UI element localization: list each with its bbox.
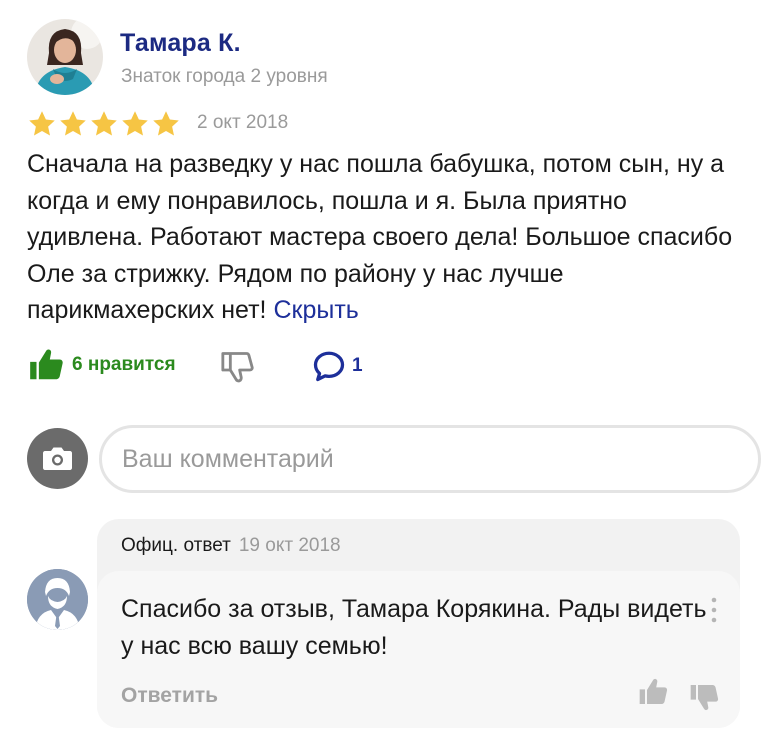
official-reply-label: Офиц. ответ — [121, 535, 231, 556]
speech-bubble-icon — [311, 348, 347, 384]
thumbs-up-icon — [27, 346, 65, 384]
star-icon — [27, 109, 57, 139]
thumbs-down-icon — [688, 680, 720, 714]
like-button[interactable]: 6 нравится — [27, 346, 176, 384]
reply-button[interactable]: Ответить — [121, 684, 218, 708]
star-icon — [89, 109, 119, 139]
comments-button[interactable]: 1 — [311, 348, 363, 384]
author-name[interactable]: Тамара К. — [120, 29, 241, 58]
thumbs-down-icon — [217, 346, 257, 386]
author-level: Знаток города 2 уровня — [121, 66, 328, 87]
thumbs-up-icon — [637, 676, 669, 708]
author-avatar[interactable] — [27, 19, 103, 95]
likes-count: 6 нравится — [72, 354, 176, 375]
star-icon — [120, 109, 150, 139]
camera-icon — [27, 428, 88, 489]
organization-avatar[interactable] — [27, 569, 88, 630]
review-text: Сначала на разведку у нас пошла бабушка,… — [27, 146, 747, 329]
official-reply-header: Офиц. ответ 19 окт 2018 — [121, 535, 341, 557]
star-icon — [151, 109, 181, 139]
review-date: 2 окт 2018 — [197, 112, 289, 133]
rating-stars — [27, 109, 181, 139]
vertical-dots-icon — [707, 594, 721, 626]
official-reply-text: Спасибо за отзыв, Тамара Корякина. Рады … — [121, 595, 707, 660]
reply-like-button[interactable] — [637, 676, 669, 708]
star-icon — [58, 109, 88, 139]
review-body: Сначала на разведку у нас пошла бабушка,… — [27, 150, 733, 324]
official-reply-date: 19 окт 2018 — [238, 535, 341, 556]
more-options-button[interactable] — [707, 594, 721, 626]
reply-dislike-button[interactable] — [688, 680, 720, 714]
business-person-icon — [27, 569, 88, 630]
hide-link[interactable]: Скрыть — [273, 296, 358, 324]
comments-count: 1 — [352, 355, 363, 376]
comment-input[interactable] — [99, 425, 761, 493]
attach-photo-button[interactable] — [27, 428, 88, 489]
dislike-button[interactable] — [217, 346, 257, 386]
